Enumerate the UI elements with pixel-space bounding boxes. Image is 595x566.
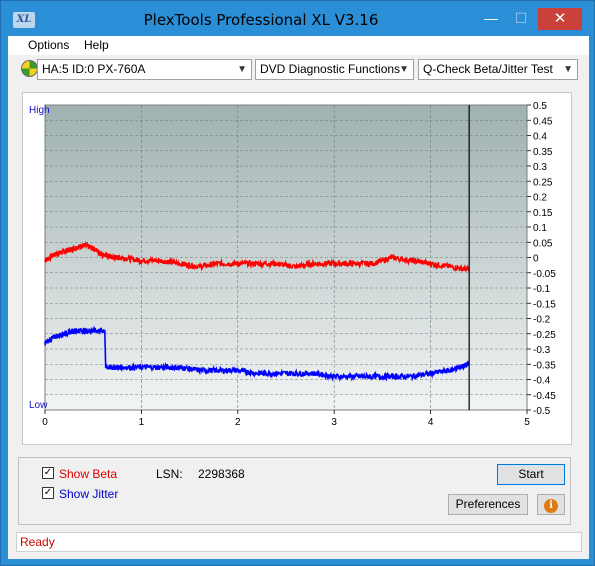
y-tick-label: 0.4 xyxy=(533,132,547,143)
lsn-value: 2298368 xyxy=(198,467,245,481)
show-beta-label[interactable]: Show Beta xyxy=(59,467,117,481)
y-tick-label: 0.15 xyxy=(533,208,553,219)
y-tick-label: -0.2 xyxy=(533,315,551,326)
preferences-button[interactable]: Preferences xyxy=(448,494,528,515)
lsn-label: LSN: xyxy=(156,467,183,481)
y-left-low-label: Low xyxy=(29,400,48,411)
status-bar: Ready xyxy=(16,532,582,552)
x-tick-label: 1 xyxy=(139,417,145,428)
maximize-button[interactable]: ☐ xyxy=(508,8,534,30)
controls-panel: ✓ Show Beta ✓ Show Jitter LSN: 2298368 S… xyxy=(18,457,571,525)
drive-select-value: HA:5 ID:0 PX-760A xyxy=(42,62,146,76)
y-tick-label: 0.3 xyxy=(533,162,547,173)
y-tick-label: 0 xyxy=(533,254,539,265)
y-tick-label: 0.5 xyxy=(533,101,547,112)
y-tick-label: 0.05 xyxy=(533,238,553,249)
y-tick-label: 0.35 xyxy=(533,147,553,158)
chart-panel: 0.5 0.45 0.4 0.35 0.3 0.25 0.2 0.15 0.1 0.05 0 -0.0… xyxy=(22,92,572,445)
info-button[interactable]: i xyxy=(537,494,565,515)
start-button[interactable]: Start xyxy=(497,464,565,485)
function-select[interactable]: DVD Diagnostic Functions ▼ xyxy=(255,59,414,80)
function-select-value: DVD Diagnostic Functions xyxy=(260,62,401,76)
x-tick-label: 4 xyxy=(428,417,434,428)
title-bar[interactable]: XL PlexTools Professional XL V3.16 — ☐ ✕ xyxy=(1,1,594,37)
show-jitter-checkbox[interactable]: ✓ xyxy=(42,487,54,499)
client-area: Options Help HA:5 ID:0 PX-760A ▼ DVD Dia… xyxy=(8,36,589,559)
x-tick-label: 3 xyxy=(331,417,337,428)
y-tick-label: -0.15 xyxy=(533,299,556,310)
y-tick-label: -0.35 xyxy=(533,360,556,371)
info-icon: i xyxy=(544,499,558,513)
drive-select[interactable]: HA:5 ID:0 PX-760A ▼ xyxy=(37,59,252,80)
y-tick-label: -0.3 xyxy=(533,345,551,356)
y-tick-label: 0.45 xyxy=(533,116,553,127)
y-left-high-label: High xyxy=(29,105,50,116)
beta-jitter-chart: 0.5 0.45 0.4 0.35 0.3 0.25 0.2 0.15 0.1 0.05 0 -0.0… xyxy=(29,101,556,428)
disc-drive-icon xyxy=(21,60,38,77)
y-tick-label: 0.1 xyxy=(533,223,547,234)
y-tick-label: -0.5 xyxy=(533,406,551,417)
show-beta-checkbox[interactable]: ✓ xyxy=(42,467,54,479)
show-jitter-label[interactable]: Show Jitter xyxy=(59,487,118,501)
y-tick-label: 0.25 xyxy=(533,177,553,188)
y-tick-label: -0.45 xyxy=(533,391,556,402)
chevron-down-icon: ▼ xyxy=(399,64,409,75)
test-select-value: Q-Check Beta/Jitter Test xyxy=(423,62,553,76)
y-tick-label: -0.25 xyxy=(533,330,556,341)
y-tick-label: -0.05 xyxy=(533,269,556,280)
chevron-down-icon: ▼ xyxy=(237,64,247,75)
app-window: XL PlexTools Professional XL V3.16 — ☐ ✕… xyxy=(0,0,595,566)
x-tick-label: 5 xyxy=(524,417,530,428)
y-tick-label: 0.2 xyxy=(533,193,547,204)
minimize-button[interactable]: — xyxy=(478,8,504,30)
window-title: PlexTools Professional XL V3.16 xyxy=(143,11,379,29)
test-select[interactable]: Q-Check Beta/Jitter Test ▼ xyxy=(418,59,578,80)
y-tick-label: -0.1 xyxy=(533,284,551,295)
status-text: Ready xyxy=(20,535,55,549)
x-tick-label: 0 xyxy=(42,417,48,428)
chevron-down-icon: ▼ xyxy=(563,64,573,75)
y-tick-label: -0.4 xyxy=(533,376,551,387)
x-tick-label: 2 xyxy=(235,417,241,428)
close-button[interactable]: ✕ xyxy=(538,8,582,30)
menu-options[interactable]: Options xyxy=(28,38,69,52)
menu-bar: Options Help xyxy=(8,36,589,55)
menu-help[interactable]: Help xyxy=(84,38,109,52)
